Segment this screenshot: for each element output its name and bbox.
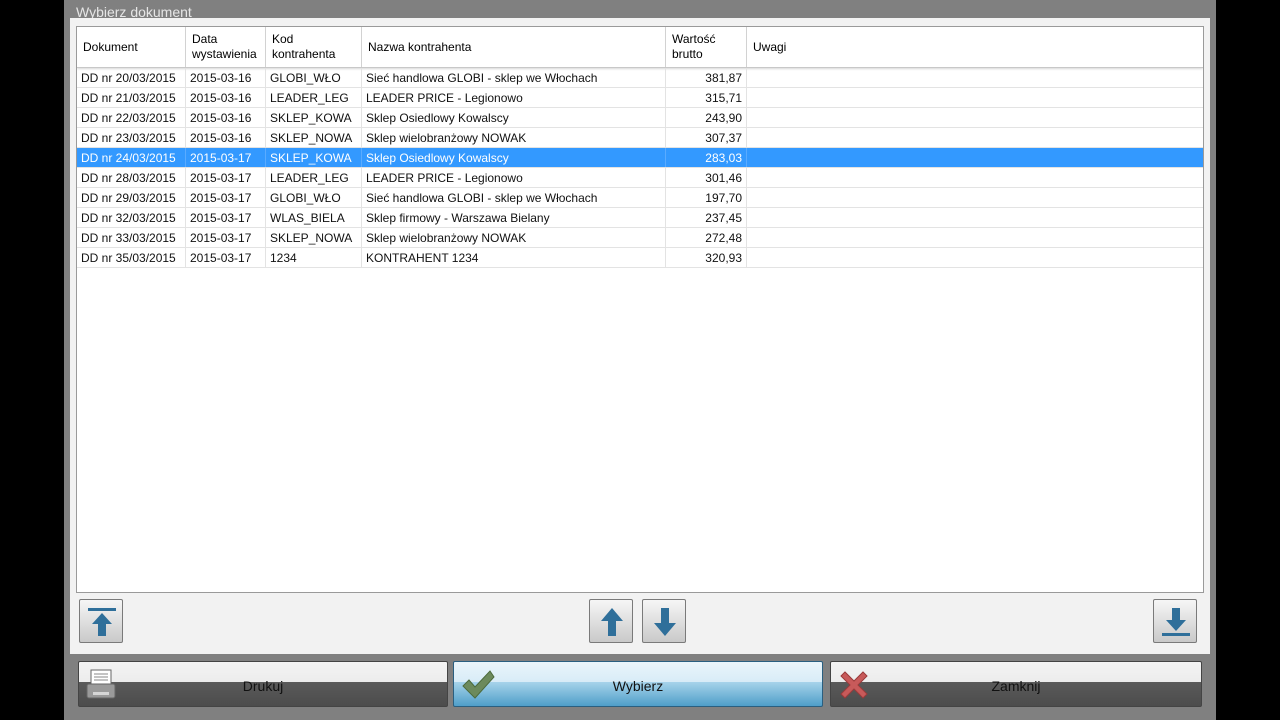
cell-kod-kontrahenta: WLAS_BIELA [266, 208, 362, 227]
cell-wartosc-brutto: 272,48 [666, 228, 747, 247]
cell-wartosc-brutto: 197,70 [666, 188, 747, 207]
table-row[interactable]: DD nr 22/03/2015 2015-03-16 SKLEP_KOWA Skle… [77, 108, 1203, 128]
cell-nazwa-kontrahenta: Sklep firmowy - Warszawa Bielany [362, 208, 666, 227]
cell-wartosc-brutto: 243,90 [666, 108, 747, 127]
column-header-kod-kontrahenta[interactable]: Kod kontrahenta [266, 27, 362, 67]
select-button[interactable]: Wybierz [453, 661, 823, 707]
table-row[interactable]: DD nr 35/03/2015 2015-03-17 1234 KONTRAHENT… [77, 248, 1203, 268]
cell-nazwa-kontrahenta: Sklep wielobranżowy NOWAK [362, 128, 666, 147]
arrow-to-top-icon [88, 608, 116, 636]
cell-dokument: DD nr 23/03/2015 [77, 128, 186, 147]
table-row[interactable]: DD nr 28/03/2015 2015-03-17 LEADER_LEG LEAD… [77, 168, 1203, 188]
cell-uwagi [747, 88, 1203, 107]
action-bar: Drukuj Wybierz Zamknij [70, 658, 1210, 714]
next-record-button[interactable] [642, 599, 686, 643]
cell-dokument: DD nr 20/03/2015 [77, 68, 186, 87]
print-button[interactable]: Drukuj [78, 661, 448, 707]
cell-wartosc-brutto: 283,03 [666, 148, 747, 167]
table-row[interactable]: DD nr 29/03/2015 2015-03-17 GLOBI_WŁO Sieć … [77, 188, 1203, 208]
cell-data-wystawienia: 2015-03-17 [186, 148, 266, 167]
cell-wartosc-brutto: 307,37 [666, 128, 747, 147]
cell-nazwa-kontrahenta: Sieć handlowa GLOBI - sklep we Włochach [362, 68, 666, 87]
cell-wartosc-brutto: 315,71 [666, 88, 747, 107]
cell-data-wystawienia: 2015-03-17 [186, 168, 266, 187]
cell-uwagi [747, 148, 1203, 167]
cell-uwagi [747, 128, 1203, 147]
column-header-data-wystawienia[interactable]: Data wystawienia [186, 27, 266, 67]
cell-kod-kontrahenta: GLOBI_WŁO [266, 68, 362, 87]
column-header-dokument[interactable]: Dokument [77, 27, 186, 67]
cell-dokument: DD nr 24/03/2015 [77, 148, 186, 167]
cell-uwagi [747, 208, 1203, 227]
cell-nazwa-kontrahenta: Sklep wielobranżowy NOWAK [362, 228, 666, 247]
dialog-content: Dokument Data wystawienia Kod kontrahenta … [70, 18, 1210, 654]
cell-kod-kontrahenta: SKLEP_NOWA [266, 128, 362, 147]
column-header-wartosc-brutto[interactable]: Wartość brutto [666, 27, 747, 67]
cell-kod-kontrahenta: LEADER_LEG [266, 168, 362, 187]
print-button-label: Drukuj [242, 678, 284, 694]
cell-uwagi [747, 68, 1203, 87]
cell-kod-kontrahenta: SKLEP_KOWA [266, 148, 362, 167]
table-body: DD nr 20/03/2015 2015-03-16 GLOBI_WŁO Sieć … [77, 68, 1203, 268]
cell-dokument: DD nr 22/03/2015 [77, 108, 186, 127]
cell-nazwa-kontrahenta: Sieć handlowa GLOBI - sklep we Włochach [362, 188, 666, 207]
cell-kod-kontrahenta: SKLEP_NOWA [266, 228, 362, 247]
table-row-selected[interactable]: DD nr 24/03/2015 2015-03-17 SKLEP_KOWA Skle… [77, 148, 1203, 168]
cell-uwagi [747, 248, 1203, 267]
column-header-uwagi[interactable]: Uwagi [747, 27, 1203, 67]
cell-uwagi [747, 188, 1203, 207]
cell-data-wystawienia: 2015-03-16 [186, 128, 266, 147]
dialog-window: Wybierz dokument Dokument Data wystawieni… [64, 0, 1216, 720]
select-button-label: Wybierz [612, 678, 664, 694]
cell-nazwa-kontrahenta: Sklep Osiedlowy Kowalscy [362, 148, 666, 167]
table-row[interactable]: DD nr 21/03/2015 2015-03-16 LEADER_LEG LEAD… [77, 88, 1203, 108]
table-row[interactable]: DD nr 33/03/2015 2015-03-17 SKLEP_NOWA Skle… [77, 228, 1203, 248]
documents-table[interactable]: Dokument Data wystawienia Kod kontrahenta … [76, 26, 1204, 593]
cell-dokument: DD nr 35/03/2015 [77, 248, 186, 267]
table-header: Dokument Data wystawienia Kod kontrahenta … [77, 27, 1203, 68]
cell-dokument: DD nr 28/03/2015 [77, 168, 186, 187]
cell-uwagi [747, 108, 1203, 127]
cell-kod-kontrahenta: LEADER_LEG [266, 88, 362, 107]
cell-dokument: DD nr 32/03/2015 [77, 208, 186, 227]
cell-dokument: DD nr 21/03/2015 [77, 88, 186, 107]
last-record-button[interactable] [1153, 599, 1197, 643]
cell-kod-kontrahenta: SKLEP_KOWA [266, 108, 362, 127]
previous-record-button[interactable] [589, 599, 633, 643]
cell-uwagi [747, 228, 1203, 247]
cell-dokument: DD nr 29/03/2015 [77, 188, 186, 207]
cell-data-wystawienia: 2015-03-17 [186, 208, 266, 227]
cell-nazwa-kontrahenta: Sklep Osiedlowy Kowalscy [362, 108, 666, 127]
arrow-to-bottom-icon [1162, 608, 1190, 636]
cell-data-wystawienia: 2015-03-16 [186, 108, 266, 127]
table-row[interactable]: DD nr 20/03/2015 2015-03-16 GLOBI_WŁO Sieć … [77, 68, 1203, 88]
cell-nazwa-kontrahenta: LEADER PRICE - Legionowo [362, 168, 666, 187]
cell-wartosc-brutto: 381,87 [666, 68, 747, 87]
close-button-label: Zamknij [991, 678, 1041, 694]
cell-wartosc-brutto: 320,93 [666, 248, 747, 267]
cell-data-wystawienia: 2015-03-16 [186, 88, 266, 107]
table-row[interactable]: DD nr 32/03/2015 2015-03-17 WLAS_BIELA Skle… [77, 208, 1203, 228]
table-row[interactable]: DD nr 23/03/2015 2015-03-16 SKLEP_NOWA Skle… [77, 128, 1203, 148]
cell-kod-kontrahenta: GLOBI_WŁO [266, 188, 362, 207]
cell-data-wystawienia: 2015-03-17 [186, 228, 266, 247]
cell-data-wystawienia: 2015-03-17 [186, 188, 266, 207]
cell-wartosc-brutto: 237,45 [666, 208, 747, 227]
first-record-button[interactable] [79, 599, 123, 643]
cell-dokument: DD nr 33/03/2015 [77, 228, 186, 247]
cell-uwagi [747, 168, 1203, 187]
close-button[interactable]: Zamknij [830, 661, 1202, 707]
cell-nazwa-kontrahenta: KONTRAHENT 1234 [362, 248, 666, 267]
cell-data-wystawienia: 2015-03-17 [186, 248, 266, 267]
cell-kod-kontrahenta: 1234 [266, 248, 362, 267]
arrow-up-icon [601, 608, 623, 636]
cell-data-wystawienia: 2015-03-16 [186, 68, 266, 87]
arrow-down-icon [654, 608, 676, 636]
cell-nazwa-kontrahenta: LEADER PRICE - Legionowo [362, 88, 666, 107]
cell-wartosc-brutto: 301,46 [666, 168, 747, 187]
column-header-nazwa-kontrahenta[interactable]: Nazwa kontrahenta [362, 27, 666, 67]
